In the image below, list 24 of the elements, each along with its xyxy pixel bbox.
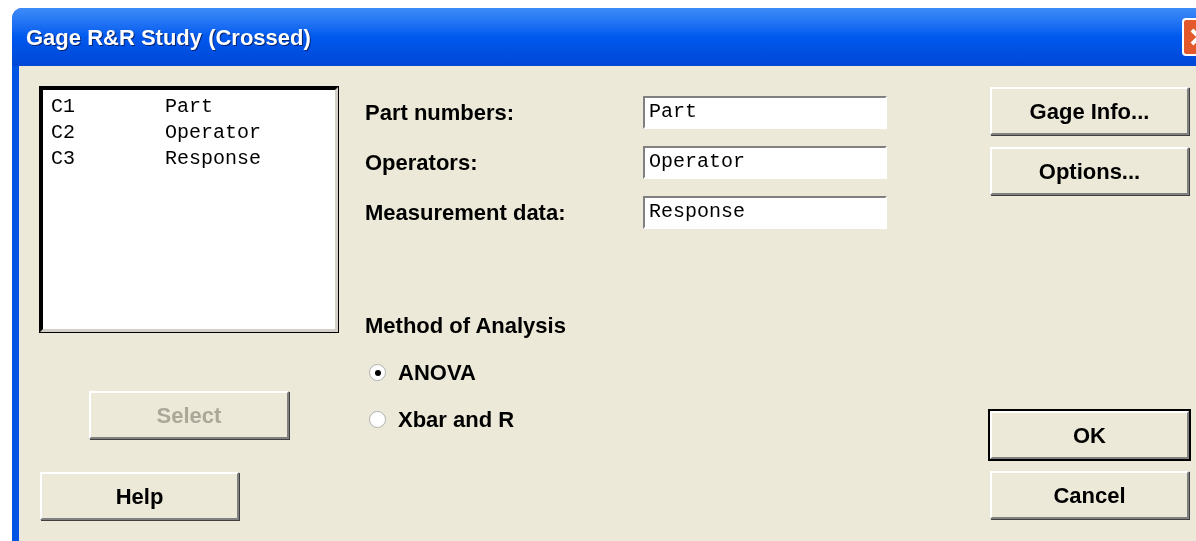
text-field[interactable]: Response <box>643 195 887 229</box>
column-name: Response <box>165 146 261 172</box>
column-id: C1 <box>51 94 76 120</box>
dialog-button[interactable]: OK <box>990 411 1189 459</box>
radio-option[interactable]: ANOVA <box>365 356 476 389</box>
method-label: Method of Analysis <box>365 312 567 340</box>
radio-option[interactable]: Xbar and R <box>365 403 515 436</box>
radio-button[interactable] <box>369 364 386 381</box>
dialog-button[interactable]: Cancel <box>990 471 1189 519</box>
dialog-button[interactable]: Options... <box>990 147 1189 195</box>
field-label: Operators: <box>365 148 479 177</box>
field-label: Part numbers: <box>365 98 516 127</box>
text-field[interactable]: Operator <box>643 145 887 179</box>
column-id: C2 <box>51 120 76 146</box>
radio-button[interactable] <box>369 411 386 428</box>
window-title: Gage R&R Study (Crossed) <box>26 23 311 52</box>
column-name: Operator <box>165 120 261 146</box>
column-id: C3 <box>51 146 76 172</box>
column-name: Part <box>165 94 213 120</box>
dialog-button[interactable]: Help <box>40 472 239 520</box>
field-label: Measurement data: <box>365 198 567 227</box>
variable-list[interactable]: C1 Part C2 Operator C3 Response <box>40 87 338 332</box>
dialog-button[interactable]: Gage Info... <box>990 87 1189 135</box>
text-field[interactable]: Part <box>643 95 887 129</box>
